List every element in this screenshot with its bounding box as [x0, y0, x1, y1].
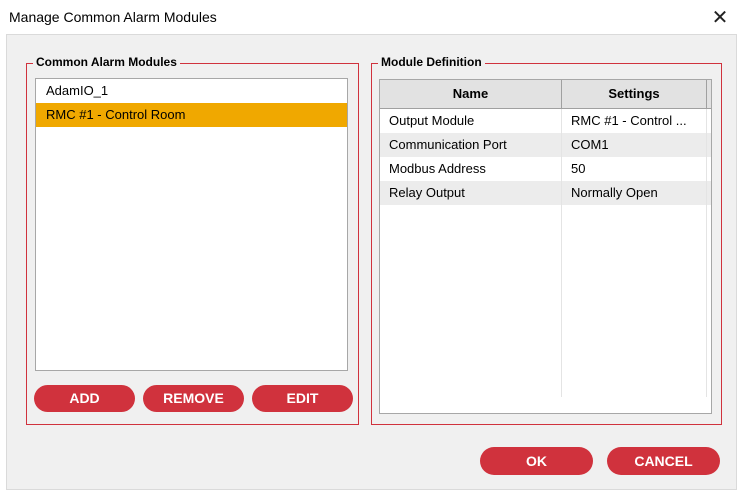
empty-row — [380, 229, 711, 253]
empty-row — [380, 277, 711, 301]
title-bar: Manage Common Alarm Modules ✕ — [0, 0, 742, 34]
common-alarm-modules-group: Common Alarm Modules AdamIO_1 RMC #1 - C… — [26, 55, 359, 425]
edit-button[interactable]: EDIT — [252, 385, 353, 412]
definition-grid[interactable]: Name Settings Output Module RMC #1 - Con… — [379, 79, 712, 414]
empty-row — [380, 325, 711, 349]
list-item[interactable]: AdamIO_1 — [36, 79, 347, 103]
row-value-cell[interactable]: COM1 — [562, 133, 707, 157]
table-row[interactable]: Relay Output Normally Open — [380, 181, 711, 205]
common-alarm-modules-title: Common Alarm Modules — [33, 55, 180, 69]
table-row[interactable]: Communication Port COM1 — [380, 133, 711, 157]
row-name-cell: Communication Port — [380, 133, 562, 157]
empty-row — [380, 205, 711, 229]
module-definition-title: Module Definition — [378, 55, 485, 69]
list-item-selected[interactable]: RMC #1 - Control Room — [36, 103, 347, 127]
empty-row — [380, 373, 711, 397]
table-row[interactable]: Modbus Address 50 — [380, 157, 711, 181]
module-definition-group: Module Definition Name Settings Output M… — [371, 55, 722, 425]
dialog-body: Common Alarm Modules AdamIO_1 RMC #1 - C… — [6, 34, 737, 490]
row-name-cell: Relay Output — [380, 181, 562, 205]
row-name-cell: Output Module — [380, 109, 562, 133]
ok-button[interactable]: OK — [480, 447, 593, 475]
row-value-cell[interactable]: 50 — [562, 157, 707, 181]
empty-row — [380, 253, 711, 277]
empty-row — [380, 349, 711, 373]
table-row[interactable]: Output Module RMC #1 - Control ... — [380, 109, 711, 133]
close-icon[interactable]: ✕ — [698, 0, 742, 34]
remove-button[interactable]: REMOVE — [143, 385, 244, 412]
modules-listbox[interactable]: AdamIO_1 RMC #1 - Control Room — [35, 78, 348, 371]
row-name-cell: Modbus Address — [380, 157, 562, 181]
cancel-button[interactable]: CANCEL — [607, 447, 720, 475]
add-button[interactable]: ADD — [34, 385, 135, 412]
empty-row — [380, 301, 711, 325]
row-value-cell[interactable]: Normally Open — [562, 181, 707, 205]
window-title: Manage Common Alarm Modules — [9, 9, 217, 25]
row-value-cell[interactable]: RMC #1 - Control ... — [562, 109, 707, 133]
column-header-name[interactable]: Name — [380, 80, 562, 108]
column-header-settings[interactable]: Settings — [562, 80, 707, 108]
grid-header: Name Settings — [380, 80, 711, 109]
